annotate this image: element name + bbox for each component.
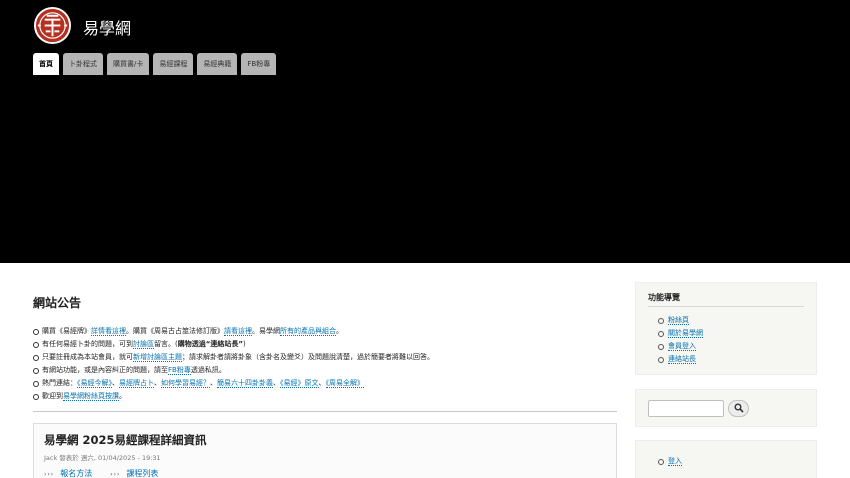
sidebar-item-contact: 連絡站長 (658, 353, 804, 366)
tab-buy-books-cards[interactable]: 購買書/卡 (107, 53, 150, 75)
announcement-list: 購買《易經牌》詳情看這裡。購買《周易古占筮法修訂版》請看這裡。易學網所有的產品與… (33, 325, 617, 404)
announcement-text: 、 (210, 379, 217, 388)
tab-fb-page[interactable]: FB粉專 (241, 53, 277, 75)
tab-home[interactable]: 首頁 (33, 53, 59, 75)
search-icon (734, 403, 744, 413)
announcement-text: 熱門連結： (42, 379, 77, 388)
announcement-text: 、 (154, 379, 161, 388)
fb-page-link[interactable]: FB粉專 (168, 366, 191, 376)
search-button[interactable] (728, 399, 749, 417)
sidebar-link[interactable]: 粉絲頁 (668, 316, 689, 325)
article-title[interactable]: 易學網 2025易經課程詳細資訊 (44, 432, 606, 448)
site-name[interactable]: 易學網 (83, 15, 131, 39)
sidebar-item-member-login: 會員登入 (658, 340, 804, 353)
announcement-text: 、 (273, 379, 280, 388)
yixue-logo-icon[interactable] (33, 6, 72, 45)
announcement-text: 歡迎到 (42, 392, 63, 401)
sidebar-link[interactable]: 會員登入 (668, 342, 696, 351)
main-content: 網站公告 購買《易經牌》詳情看這裡。購買《周易古占筮法修訂版》請看這裡。易學網所… (33, 284, 617, 478)
search-input[interactable] (648, 399, 724, 417)
announcement-text: 購買《易經牌》 (42, 327, 91, 335)
see-here-link[interactable]: 請看這裡 (224, 327, 252, 336)
hot-link-original-text[interactable]: 《易經》原文 (280, 379, 319, 389)
arrow-icon: ››› (110, 470, 121, 478)
list-item: 購買《易經牌》詳情看這裡。購買《周易古占筮法修訂版》請看這裡。易學網所有的產品與… (33, 325, 617, 338)
all-products-link[interactable]: 所有的產品與組合 (280, 327, 336, 336)
hot-link-full-explanation[interactable]: 《周易全解》 (325, 379, 364, 389)
announcement-text: 留言。( (154, 340, 178, 349)
list-item: 熱門連結：《易經今解》、易經牌占卜、如何學習易經？、簡易六十四卦卦義、《易經》原… (33, 377, 617, 390)
sidebar-search-block (635, 389, 817, 427)
contact-admin-note: 購物透過“連絡站長” (177, 340, 243, 349)
announcement-text: 、 (318, 379, 326, 388)
sidebar-nav-title: 功能導覽 (648, 292, 804, 307)
main-nav-tabs: 首頁 卜卦程式 購買書/卡 易經課程 易經典籍 FB粉專 (33, 53, 277, 75)
announcement-text: 。購買《周易古占筮法修訂版》 (126, 327, 224, 335)
site-header: 易學網 首頁 卜卦程式 購買書/卡 易經課程 易經典籍 FB粉專 (0, 0, 850, 263)
announcement-text: 。易學網 (252, 327, 280, 335)
announcement-text: 有任何易經卜卦的問題，可到 (42, 340, 133, 349)
announcement-text: 、 (112, 379, 119, 388)
announcement-text: 只要註冊成為本站會員，就可 (42, 353, 133, 362)
sidebar-item-login: 登入 (658, 455, 804, 468)
tab-divination-program[interactable]: 卜卦程式 (63, 53, 103, 75)
fan-page-like-link[interactable]: 易學網粉絲頁按讚 (63, 392, 119, 402)
sidebar-item-fan-page: 粉絲頁 (658, 314, 804, 327)
sidebar-link[interactable]: 連絡站長 (668, 355, 696, 364)
forum-link[interactable]: 討論區 (133, 340, 154, 350)
details-link[interactable]: 詳情看這裡 (91, 327, 126, 336)
article-link-item: ››› 報名方法 (44, 468, 93, 478)
sidebar-link[interactable]: 關於易學網 (668, 329, 703, 338)
hot-link-64-hexagrams[interactable]: 簡易六十四卦卦義 (217, 379, 273, 389)
list-item: 只要註冊成為本站會員，就可新增討論區主題；請求解卦者請將卦象（含卦名及變爻）及問… (33, 351, 617, 364)
sidebar-login-block: 登入 (635, 440, 817, 478)
new-forum-topic-link[interactable]: 新增討論區主題 (133, 353, 182, 363)
login-link[interactable]: 登入 (668, 457, 682, 466)
announcement-text: ) (242, 340, 246, 349)
list-item: 有網站功能，或是內容糾正的問題，請至FB粉專透過私訊。 (33, 364, 617, 377)
announcement-text: 。 (119, 392, 126, 401)
tab-yijing-classics[interactable]: 易經典籍 (197, 53, 238, 75)
article-teaser: 易學網 2025易經課程詳細資訊 Jack 發表於 週六, 01/04/2025… (33, 422, 617, 478)
announcement-title: 網站公告 (33, 296, 82, 310)
list-item: 歡迎到易學網粉絲頁按讚。 (33, 390, 617, 403)
divider (33, 410, 617, 412)
tab-yijing-courses[interactable]: 易經課程 (153, 53, 194, 75)
course-list-link[interactable]: 課程列表 (126, 468, 159, 478)
article-link-item: ››› 課程列表 (110, 468, 159, 478)
hot-link-yijing-today[interactable]: 《易經今解》 (77, 379, 112, 389)
sidebar-item-about: 關於易學網 (658, 327, 804, 340)
hot-link-how-to-learn[interactable]: 如何學習易經？ (161, 379, 210, 389)
sidebar-navigation-block: 功能導覽 粉絲頁 關於易學網 會員登入 連絡站長 (635, 282, 817, 375)
announcement-text: 有網站功能，或是內容糾正的問題，請至 (42, 366, 168, 375)
sidebar-nav-menu: 粉絲頁 關於易學網 會員登入 連絡站長 (648, 314, 804, 366)
arrow-icon: ››› (44, 470, 55, 478)
registration-link[interactable]: 報名方法 (60, 468, 93, 478)
announcement-text: 透過私訊。 (190, 366, 226, 375)
list-item: 有任何易經卜卦的問題，可到討論區留言。(購物透過“連絡站長”) (33, 338, 617, 351)
article-links: ››› 報名方法 ››› 課程列表 (44, 468, 606, 478)
login-menu: 登入 (648, 455, 804, 468)
announcement-text: 。 (336, 327, 343, 335)
announcement-text: ；請求解卦者請將卦象（含卦名及變爻）及問題說清楚，過於簡要者將難以回答。 (182, 353, 434, 362)
article-meta: Jack 發表於 週六, 01/04/2025 - 19:31 (44, 453, 161, 462)
hot-link-card-divination[interactable]: 易經牌占卜 (119, 379, 154, 389)
